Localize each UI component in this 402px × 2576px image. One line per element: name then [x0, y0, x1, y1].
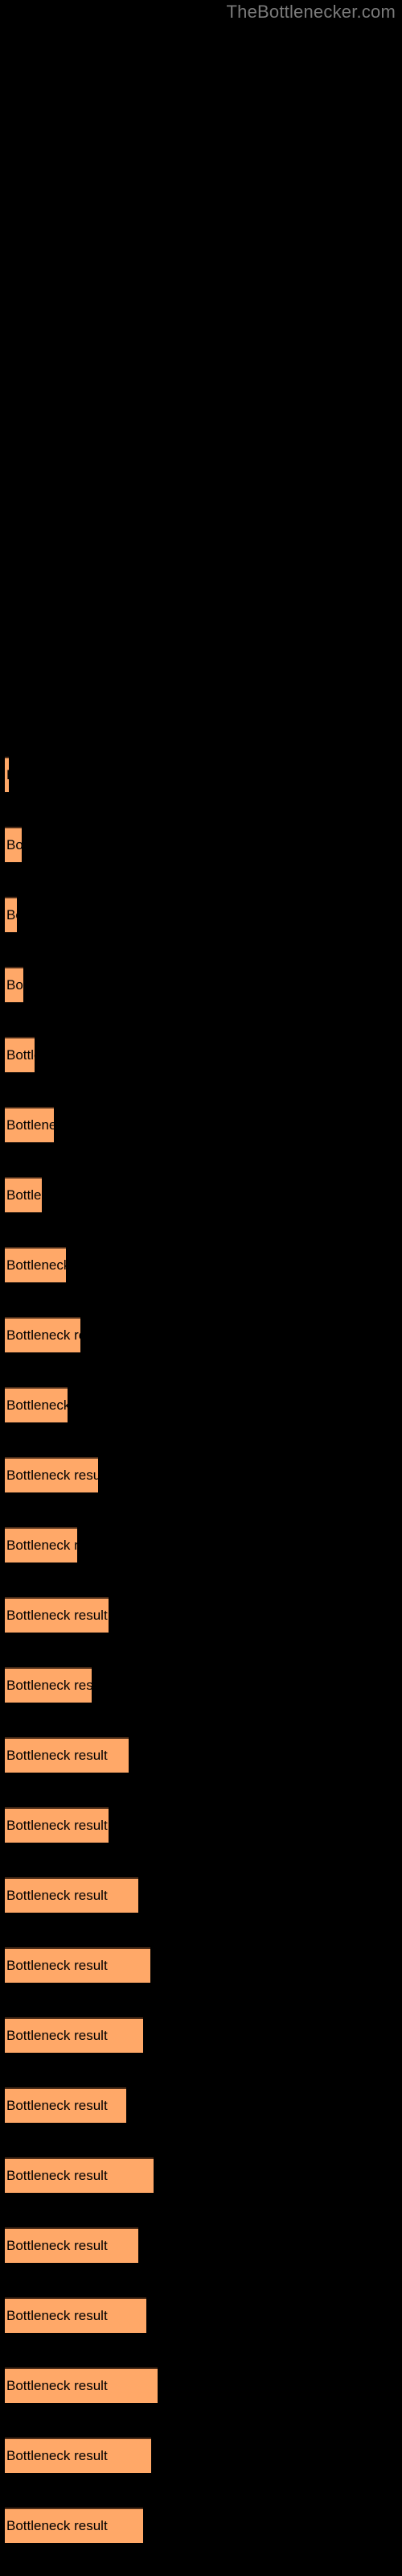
bar: Bottleneck result [5, 1317, 80, 1352]
bar: Bottleneck result [5, 1737, 129, 1773]
bar-row: Bottleneck result [0, 1037, 402, 1072]
bar-label: Bottleneck result [6, 1327, 80, 1343]
bar: Bottleneck result [5, 1527, 77, 1563]
bar: Bottleneck result [5, 2508, 143, 2543]
bar-label: Bottleneck result [6, 1468, 98, 1483]
bar: Bottleneck result [5, 1037, 35, 1072]
bar-label: Bottleneck result [6, 977, 23, 993]
bar-row: Bottleneck result [0, 1247, 402, 1282]
bar-label: Bottleneck result [6, 1818, 108, 1833]
bar: Bottleneck result [5, 1667, 92, 1703]
bar-label: Bottleneck result [6, 767, 9, 783]
bar: Bottleneck result [5, 2227, 138, 2263]
bar-row: Bottleneck result [0, 2017, 402, 2053]
bar-row: Bottleneck result [0, 2297, 402, 2333]
bar: Bottleneck result [5, 967, 23, 1002]
bar: Bottleneck result [5, 1387, 68, 1422]
bar-row: Bottleneck result [0, 1387, 402, 1422]
bar-row: Bottleneck result [0, 2508, 402, 2543]
bar-label: Bottleneck result [6, 1888, 108, 1903]
bar-label: Bottleneck result [6, 837, 22, 852]
bar: Bottleneck result [5, 1947, 150, 1983]
bar-label: Bottleneck result [6, 907, 17, 923]
bar-row: Bottleneck result [0, 2227, 402, 2263]
bar-label: Bottleneck result [6, 1538, 77, 1553]
bar: Bottleneck result [5, 1457, 98, 1492]
bar-row: Bottleneck result [0, 1317, 402, 1352]
bar: Bottleneck result [5, 2087, 126, 2123]
bar: Bottleneck result [5, 1597, 109, 1633]
bar-row: Bottleneck result [0, 1947, 402, 1983]
bar: Bottleneck result [5, 2368, 158, 2403]
bar: Bottleneck result [5, 2017, 143, 2053]
bar: Bottleneck result [5, 1177, 42, 1212]
bar-row: Bottleneck result [0, 2087, 402, 2123]
bar: Bottleneck result [5, 2297, 146, 2333]
bar-label: Bottleneck result [6, 1187, 42, 1203]
bar-row: Bottleneck result [0, 897, 402, 932]
bar-label: Bottleneck result [6, 2518, 108, 2533]
bar-row: Bottleneck result [0, 2157, 402, 2193]
bar-row: Bottleneck result [0, 1177, 402, 1212]
bar-row: Bottleneck result [0, 1807, 402, 1843]
bar-label: Bottleneck result [6, 2308, 108, 2323]
bar-row: Bottleneck result [0, 2368, 402, 2403]
bar: Bottleneck result [5, 1247, 66, 1282]
bar-label: Bottleneck result [6, 1117, 54, 1133]
bar-label: Bottleneck result [6, 2378, 108, 2393]
bar-label: Bottleneck result [6, 2168, 108, 2183]
bar-label: Bottleneck result [6, 1958, 108, 1973]
bar-row: Bottleneck result [0, 1597, 402, 1633]
bottleneck-chart: TheBottlenecker.com Bottleneck resultBot… [0, 0, 402, 2576]
bar: Bottleneck result [5, 827, 22, 862]
bar: Bottleneck result [5, 1807, 109, 1843]
bar: Bottleneck result [5, 1877, 138, 1913]
bar: Bottleneck result [5, 757, 9, 792]
plot-area: Bottleneck result Bottleneck result Bottle… [0, 0, 402, 2576]
bar: Bottleneck result [5, 2157, 154, 2193]
bar-row: Bottleneck result [0, 1107, 402, 1142]
bar-row: Bottleneck result [0, 2438, 402, 2473]
bar-label: Bottleneck result [6, 1257, 66, 1273]
bar-label: Bottleneck result [6, 2238, 108, 2253]
bar-label: Bottleneck result [6, 1608, 108, 1623]
bar-label: Bottleneck result [6, 1047, 35, 1063]
bar-row: Bottleneck result [0, 757, 402, 792]
bar-row: Bottleneck result [0, 1667, 402, 1703]
bar: Bottleneck result [5, 2438, 151, 2473]
bar-row: Bottleneck result [0, 1877, 402, 1913]
bar-label: Bottleneck result [6, 2098, 108, 2113]
bar-label: Bottleneck result [6, 1678, 92, 1693]
bar-label: Bottleneck result [6, 2028, 108, 2043]
bar: Bottleneck result [5, 897, 17, 932]
bar: Bottleneck result [5, 1107, 54, 1142]
bar-row: Bottleneck result [0, 1737, 402, 1773]
bar-row: Bottleneck result [0, 967, 402, 1002]
bar-row: Bottleneck result [0, 827, 402, 862]
bar-label: Bottleneck result [6, 1748, 108, 1763]
bar-row: Bottleneck result [0, 1457, 402, 1492]
bar-label: Bottleneck result [6, 2448, 108, 2463]
bar-label: Bottleneck result [6, 1397, 68, 1413]
bar-row: Bottleneck result [0, 1527, 402, 1563]
